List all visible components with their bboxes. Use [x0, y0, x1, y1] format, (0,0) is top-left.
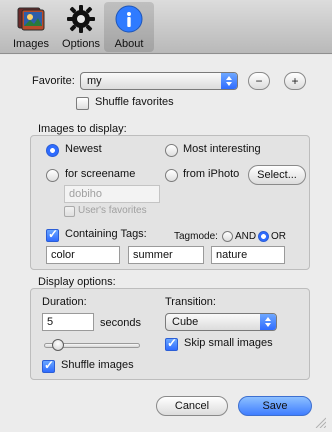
toolbar-label-options: Options [62, 38, 100, 50]
skip-small-images-checkbox[interactable] [165, 336, 178, 351]
remove-favorite-button[interactable]: − [248, 72, 270, 90]
info-icon [115, 5, 143, 33]
favorite-label: Favorite: [32, 75, 75, 87]
tagmode-or-label: OR [271, 231, 286, 242]
popup-arrows-icon [260, 314, 276, 330]
radio-newest[interactable] [46, 144, 59, 157]
radio-from-iphoto[interactable] [165, 169, 178, 182]
toolbar-item-about[interactable]: About [104, 2, 154, 52]
cancel-button[interactable]: Cancel [156, 396, 228, 416]
duration-field[interactable]: 5 [42, 313, 94, 331]
tag-field-2[interactable]: summer [128, 246, 204, 264]
resize-grip-icon[interactable] [314, 416, 326, 428]
radio-for-screenname[interactable] [46, 169, 59, 182]
tag-field-1[interactable]: color [46, 246, 120, 264]
shuffle-images-checkbox[interactable] [42, 358, 55, 373]
radio-most-interesting-label: Most interesting [183, 143, 261, 155]
tag-field-3[interactable]: nature [211, 246, 285, 264]
seconds-label: seconds [100, 317, 141, 329]
radio-most-interesting[interactable] [165, 144, 178, 157]
gear-icon [67, 5, 95, 33]
toolbar-label-about: About [114, 38, 144, 50]
users-favorites-checkbox[interactable] [64, 206, 75, 217]
transition-label: Transition: [165, 296, 216, 308]
radio-for-screenname-label: for screename [65, 168, 136, 180]
tagmode-and-label: AND [235, 231, 257, 242]
images-icon [17, 7, 45, 31]
radio-from-iphoto-label: from iPhoto [183, 168, 240, 180]
radio-newest-label: Newest [65, 143, 102, 155]
shuffle-favorites-label: Shuffle favorites [95, 96, 174, 108]
duration-label: Duration: [42, 296, 87, 308]
tagmode-label: Tagmode: [174, 231, 218, 242]
add-favorite-button[interactable]: + [284, 72, 306, 90]
favorite-value: my [87, 75, 102, 87]
images-to-display-title: Images to display: [38, 123, 127, 135]
screenname-field[interactable]: dobiho [64, 185, 160, 203]
transition-popup[interactable]: Cube [165, 313, 277, 331]
toolbar-label-images: Images [12, 38, 50, 50]
containing-tags-label: Containing Tags: [65, 228, 147, 240]
shuffle-favorites-checkbox[interactable] [76, 97, 89, 110]
tagmode-or-radio[interactable] [258, 231, 269, 242]
toolbar-item-options[interactable]: Options [56, 2, 106, 52]
favorite-popup[interactable]: my [80, 72, 238, 90]
shuffle-images-label: Shuffle images [61, 359, 134, 371]
select-iphoto-button[interactable]: Select... [248, 165, 306, 185]
preferences-toolbar: Images Options About [0, 0, 332, 54]
toolbar-item-images[interactable]: Images [6, 2, 56, 52]
preferences-content: Favorite: my − + Shuffle favorites Image… [0, 55, 332, 432]
display-options-title: Display options: [38, 276, 116, 288]
users-favorites-label: User's favorites [78, 205, 147, 216]
containing-tags-checkbox[interactable] [46, 227, 59, 242]
duration-slider-thumb[interactable] [52, 339, 64, 351]
popup-arrows-icon [221, 73, 237, 89]
tagmode-and-radio[interactable] [222, 231, 233, 242]
skip-small-images-label: Skip small images [184, 337, 273, 349]
transition-value: Cube [172, 316, 199, 328]
save-button[interactable]: Save [238, 396, 312, 416]
